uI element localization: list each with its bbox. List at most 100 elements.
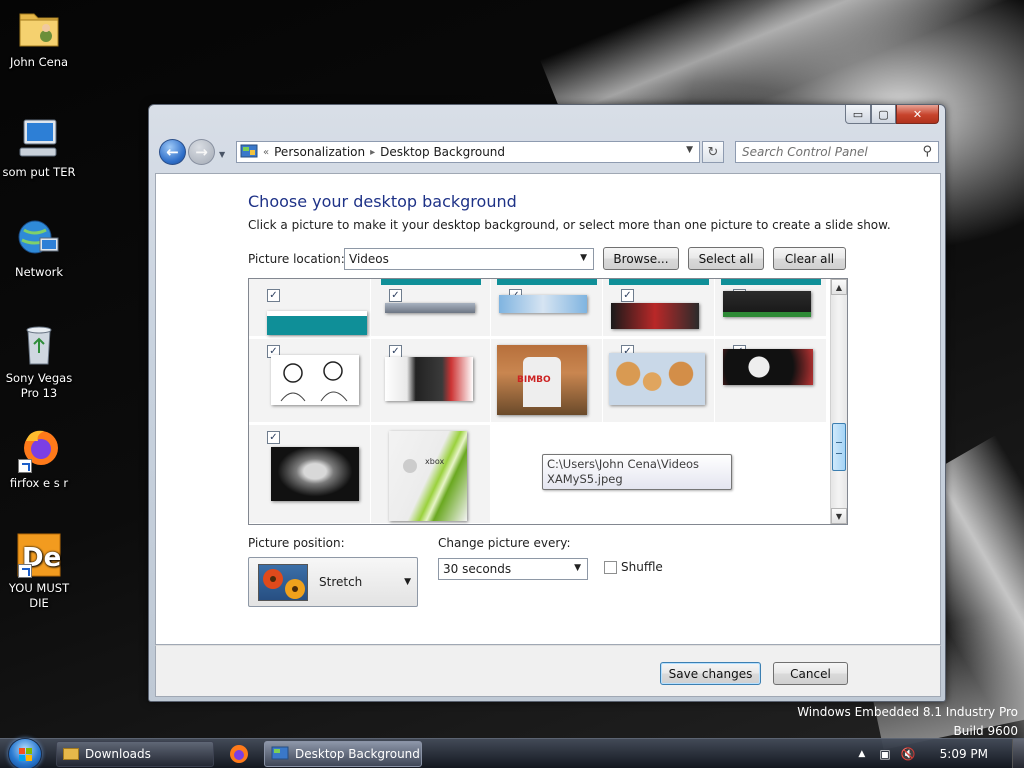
page-title: Choose your desktop background [248,192,517,211]
save-changes-button[interactable]: Save changes [660,662,761,685]
taskbar-item-label: Desktop Background [295,747,420,761]
shuffle-checkbox[interactable]: Shuffle [604,560,663,574]
picture-tile[interactable]: ✓ [249,279,371,337]
clear-all-button[interactable]: Clear all [773,247,846,270]
arrow-right-icon: → [195,143,208,161]
taskbar-item-desktop-background[interactable]: Desktop Background [264,741,422,767]
change-interval-value: 30 seconds [443,562,512,576]
search-placeholder: Search Control Panel [742,145,868,159]
search-icon[interactable]: ⚲ [922,144,932,159]
picture-tile[interactable]: ✓ [715,339,827,423]
chevron-down-icon: ▼ [580,253,587,263]
picture-tile[interactable]: ✓ [249,425,371,524]
picture-checkbox[interactable]: ✓ [389,289,402,302]
desktop-icon-label: firfox e s r [9,476,69,490]
page-description: Click a picture to make it your desktop … [248,218,891,232]
picture-tile[interactable]: ✓ [491,279,603,337]
breadcrumb-separator-icon[interactable]: ▸ [370,147,375,158]
content-pane: Choose your desktop background Click a p… [155,173,941,645]
scrollbar-thumb[interactable] [832,423,846,471]
picture-position-select[interactable]: Stretch ▼ [248,557,418,607]
picture-tile[interactable]: ✓ [715,279,827,337]
picture-tile[interactable]: ✓ BIMBO [491,339,603,423]
desktop-icon-label: Sony Vegas Pro 13 [5,371,73,400]
breadcrumb-personalization[interactable]: Personalization [274,145,365,159]
forward-button[interactable]: → [188,139,215,165]
recycle-bin-icon [16,322,62,368]
desktop-icon-label: YOU MUST DIE [8,581,70,610]
picture-checkbox[interactable]: ✓ [267,431,280,444]
tooltip-path: C:\Users\John Cena\Videos [547,457,700,471]
taskbar-item-downloads[interactable]: Downloads [56,741,214,767]
picture-checkbox[interactable]: ✓ [621,289,634,302]
picture-location-select[interactable]: Videos ▼ [344,248,594,270]
dialog-footer: Save changes Cancel [155,645,941,697]
shuffle-label: Shuffle [621,560,663,574]
recent-pages-dropdown[interactable]: ▼ [219,150,225,159]
computer-icon [16,116,62,162]
taskbar-item-firefox[interactable] [220,741,258,767]
tooltip-filename: XAMyS5.jpeg [547,472,623,486]
volume-muted-icon[interactable]: 🔇 [901,747,916,761]
desktop-icon-label: som put TER [2,165,76,179]
folder-icon [63,748,79,760]
picture-position-value: Stretch [319,575,363,589]
change-interval-select[interactable]: 30 seconds ▼ [438,558,588,580]
picture-tile[interactable]: ✓ xbox [371,425,491,524]
start-button[interactable] [8,738,42,768]
picture-tile[interactable]: ✓ [249,339,371,423]
scroll-down-icon[interactable]: ▼ [831,508,847,524]
thumbnail-caption: BIMBO [517,375,551,385]
network-status-icon[interactable]: ▣ [879,747,890,761]
cancel-button[interactable]: Cancel [773,662,848,685]
desktop-icon-computer[interactable]: som put TER [2,116,76,180]
search-input[interactable]: Search Control Panel ⚲ [735,141,939,163]
os-watermark: Windows Embedded 8.1 Industry Pro Build … [797,703,1018,741]
network-icon [16,216,62,262]
checkbox-box[interactable] [604,560,617,574]
picture-location-label: Picture location: [248,252,345,266]
select-all-button[interactable]: Select all [688,247,764,270]
desktop-icon-network[interactable]: Network [2,216,76,280]
firefox-icon [230,745,248,763]
picture-tile[interactable]: ✓ [603,339,715,423]
taskbar-clock[interactable]: 5:09 PM [940,747,988,761]
address-dropdown-icon[interactable]: ▼ [686,145,693,155]
minimize-button[interactable]: ▭ [845,105,871,124]
desktop-icon-you-must-die[interactable]: De YOU MUST DIE [2,532,76,611]
desktop-icon-firefox[interactable]: firfox e s r [2,427,76,491]
refresh-icon: ↻ [707,144,719,160]
refresh-button[interactable]: ↻ [702,141,724,163]
system-tray: ▲ ▣ 🔇 5:09 PM [858,739,1024,768]
taskbar-item-label: Downloads [85,747,151,761]
change-picture-label: Change picture every: [438,536,571,550]
scroll-up-icon[interactable]: ▲ [831,279,847,295]
browse-button[interactable]: Browse... [603,247,679,270]
close-button[interactable]: ✕ [896,105,939,124]
windows-logo-icon [19,748,33,762]
chevron-down-icon: ▼ [404,577,411,587]
firefox-icon [16,427,62,473]
picture-tile[interactable]: ✓ [371,339,491,423]
picture-position-label: Picture position: [248,536,345,550]
thumbnail-caption: xbox [425,457,445,466]
desktop-icon-sony-vegas[interactable]: Sony Vegas Pro 13 [2,322,76,401]
picture-path-tooltip: C:\Users\John Cena\Videos XAMyS5.jpeg [542,454,732,490]
gallery-scrollbar[interactable]: ▲ ▼ [830,279,847,524]
show-desktop-button[interactable] [1012,739,1024,768]
picture-tile[interactable]: ✓ [603,279,715,337]
desktop-icon-label: John Cena [9,55,69,69]
taskbar: Downloads Desktop Background ▲ ▣ 🔇 5:09 … [0,738,1024,768]
control-panel-icon [240,144,258,160]
picture-tile[interactable]: ✓ [371,279,491,337]
address-bar[interactable]: « Personalization ▸ Desktop Background ▼ [236,141,700,163]
show-hidden-icons-icon[interactable]: ▲ [858,749,865,759]
picture-checkbox[interactable]: ✓ [267,289,280,302]
back-button[interactable]: ← [159,139,186,165]
breadcrumb-desktop-background[interactable]: Desktop Background [380,145,505,159]
user-folder-icon [16,6,62,52]
chevron-down-icon: ▼ [574,563,581,573]
desktop-icon-john-cena[interactable]: John Cena [2,6,76,70]
picture-location-value: Videos [349,252,389,266]
maximize-button[interactable]: ▢ [871,105,896,124]
